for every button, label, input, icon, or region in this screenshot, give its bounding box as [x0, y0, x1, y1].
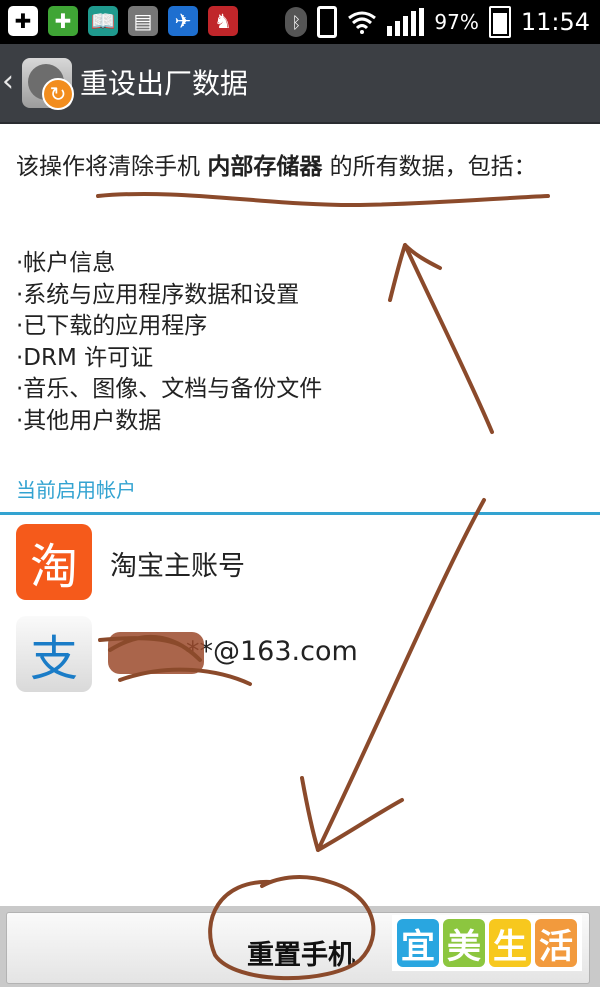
watermark-char: 活 — [535, 919, 577, 967]
alipay-icon: 支 — [16, 616, 92, 692]
back-chevron-icon[interactable]: ‹ — [2, 64, 14, 99]
watermark-char: 宜 — [397, 919, 439, 967]
reset-phone-label: 重置手机 — [247, 940, 355, 971]
game-plus-icon: ✚ — [48, 6, 78, 36]
account-row-taobao[interactable]: 淘 淘宝主账号 — [16, 524, 586, 600]
wifi-icon — [348, 11, 377, 34]
watermark-char: 生 — [489, 919, 531, 967]
list-item: ·系统与应用程序数据和设置 — [16, 281, 300, 308]
book-app-icon: 📖 — [88, 6, 118, 36]
clock: 11:54 — [520, 8, 590, 36]
section-divider — [0, 512, 600, 515]
list-item: ·帐户信息 — [16, 250, 116, 276]
ftp-server-icon: ▤ — [128, 6, 158, 36]
vibrate-icon — [317, 6, 338, 38]
data-list: ·帐户信息 ·系统与应用程序数据和设置 ·已下载的应用程序 ·DRM 许可证 ·… — [16, 248, 322, 437]
page-title: 重设出厂数据 — [80, 67, 249, 100]
list-item: ·DRM 许可证 — [16, 344, 154, 371]
factory-reset-icon[interactable]: ↻ — [22, 58, 74, 110]
battery-percent: 97% — [434, 10, 479, 34]
arrow-up-head — [388, 243, 442, 302]
intro-prefix: 该操作将清除手机 — [16, 154, 208, 180]
add-box-icon: ✚ — [8, 6, 38, 36]
intro-suffix: 的所有数据，包括： — [322, 154, 537, 180]
refresh-icon: ↻ — [42, 78, 74, 110]
watermark-char: 美 — [443, 919, 485, 967]
watermark-logo: 宜 美 生 活 — [392, 915, 582, 971]
account-label: **@163.com — [186, 636, 358, 667]
account-row-alipay[interactable]: 支 **@163.com — [16, 616, 586, 692]
underline-annotation — [96, 191, 550, 208]
notification-icons: ✚ ✚ 📖 ▤ ✈ ♞ — [8, 6, 238, 36]
accounts-header: 当前启用帐户 — [16, 478, 136, 502]
list-item: ·已下载的应用程序 — [16, 313, 208, 339]
action-bar: ‹ ↻ 重设出厂数据 — [0, 44, 600, 124]
arrow-up-annotation — [403, 243, 494, 434]
intro-text: 该操作将清除手机 内部存储器 的所有数据，包括： — [16, 152, 584, 183]
account-label: 淘宝主账号 — [110, 551, 245, 582]
cow-app-icon: ♞ — [208, 6, 238, 36]
list-item: ·音乐、图像、文档与备份文件 — [16, 376, 323, 402]
redaction-scribble — [108, 632, 204, 674]
intro-bold: 内部存储器 — [207, 154, 323, 180]
system-indicators: ᛒ 97% 11:54 — [285, 4, 590, 40]
arrow-down-head — [300, 776, 404, 852]
bird-app-icon: ✈ — [168, 6, 198, 36]
taobao-icon: 淘 — [16, 524, 92, 600]
battery-icon — [488, 6, 511, 38]
bluetooth-icon: ᛒ — [285, 7, 308, 37]
status-bar: ✚ ✚ 📖 ▤ ✈ ♞ ᛒ 97% 11:54 — [0, 0, 600, 44]
list-item: ·其他用户数据 — [16, 407, 162, 434]
signal-icon — [387, 8, 425, 36]
